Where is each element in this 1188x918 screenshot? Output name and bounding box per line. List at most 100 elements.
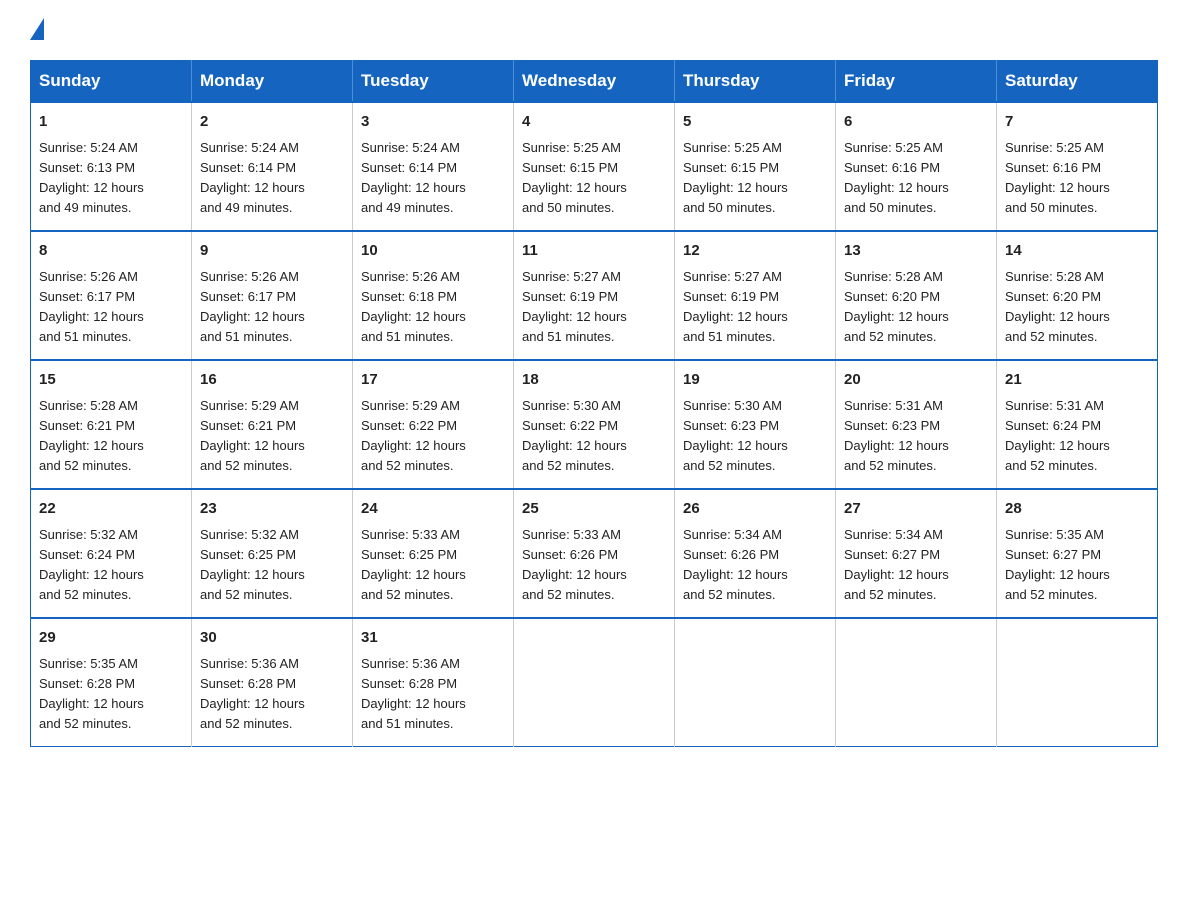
- page-header: [30, 20, 1158, 42]
- calendar-header-row: SundayMondayTuesdayWednesdayThursdayFrid…: [31, 61, 1158, 103]
- calendar-empty-cell: [675, 618, 836, 747]
- day-info: Sunrise: 5:28 AM Sunset: 6:20 PM Dayligh…: [1005, 267, 1149, 348]
- day-info: Sunrise: 5:24 AM Sunset: 6:14 PM Dayligh…: [361, 138, 505, 219]
- day-info: Sunrise: 5:32 AM Sunset: 6:24 PM Dayligh…: [39, 525, 183, 606]
- day-number: 11: [522, 240, 666, 263]
- calendar-header-saturday: Saturday: [997, 61, 1158, 103]
- day-info: Sunrise: 5:28 AM Sunset: 6:20 PM Dayligh…: [844, 267, 988, 348]
- calendar-day-cell: 16 Sunrise: 5:29 AM Sunset: 6:21 PM Dayli…: [192, 360, 353, 489]
- calendar-header-sunday: Sunday: [31, 61, 192, 103]
- day-number: 13: [844, 240, 988, 263]
- day-number: 15: [39, 369, 183, 392]
- day-info: Sunrise: 5:25 AM Sunset: 6:15 PM Dayligh…: [683, 138, 827, 219]
- day-number: 8: [39, 240, 183, 263]
- calendar-day-cell: 17 Sunrise: 5:29 AM Sunset: 6:22 PM Dayli…: [353, 360, 514, 489]
- calendar-day-cell: 20 Sunrise: 5:31 AM Sunset: 6:23 PM Dayli…: [836, 360, 997, 489]
- day-number: 30: [200, 627, 344, 650]
- day-info: Sunrise: 5:36 AM Sunset: 6:28 PM Dayligh…: [200, 654, 344, 735]
- day-number: 1: [39, 111, 183, 134]
- calendar-day-cell: 27 Sunrise: 5:34 AM Sunset: 6:27 PM Dayli…: [836, 489, 997, 618]
- day-info: Sunrise: 5:25 AM Sunset: 6:16 PM Dayligh…: [1005, 138, 1149, 219]
- calendar-day-cell: 23 Sunrise: 5:32 AM Sunset: 6:25 PM Dayli…: [192, 489, 353, 618]
- day-number: 23: [200, 498, 344, 521]
- calendar-day-cell: 7 Sunrise: 5:25 AM Sunset: 6:16 PM Daylig…: [997, 102, 1158, 231]
- calendar-day-cell: 5 Sunrise: 5:25 AM Sunset: 6:15 PM Daylig…: [675, 102, 836, 231]
- calendar-header-friday: Friday: [836, 61, 997, 103]
- day-info: Sunrise: 5:31 AM Sunset: 6:24 PM Dayligh…: [1005, 396, 1149, 477]
- day-info: Sunrise: 5:29 AM Sunset: 6:22 PM Dayligh…: [361, 396, 505, 477]
- day-info: Sunrise: 5:30 AM Sunset: 6:23 PM Dayligh…: [683, 396, 827, 477]
- day-info: Sunrise: 5:36 AM Sunset: 6:28 PM Dayligh…: [361, 654, 505, 735]
- calendar-day-cell: 10Sunrise: 5:26 AM Sunset: 6:18 PM Dayli…: [353, 231, 514, 360]
- day-info: Sunrise: 5:27 AM Sunset: 6:19 PM Dayligh…: [683, 267, 827, 348]
- day-number: 27: [844, 498, 988, 521]
- day-number: 12: [683, 240, 827, 263]
- day-number: 26: [683, 498, 827, 521]
- day-number: 7: [1005, 111, 1149, 134]
- calendar-day-cell: 8 Sunrise: 5:26 AM Sunset: 6:17 PM Daylig…: [31, 231, 192, 360]
- calendar-week-row: 22 Sunrise: 5:32 AM Sunset: 6:24 PM Dayli…: [31, 489, 1158, 618]
- day-number: 18: [522, 369, 666, 392]
- calendar-day-cell: 26 Sunrise: 5:34 AM Sunset: 6:26 PM Dayli…: [675, 489, 836, 618]
- day-number: 21: [1005, 369, 1149, 392]
- day-number: 31: [361, 627, 505, 650]
- day-number: 3: [361, 111, 505, 134]
- day-number: 22: [39, 498, 183, 521]
- day-info: Sunrise: 5:31 AM Sunset: 6:23 PM Dayligh…: [844, 396, 988, 477]
- calendar-day-cell: 15 Sunrise: 5:28 AM Sunset: 6:21 PM Dayli…: [31, 360, 192, 489]
- day-number: 29: [39, 627, 183, 650]
- day-info: Sunrise: 5:34 AM Sunset: 6:27 PM Dayligh…: [844, 525, 988, 606]
- calendar-day-cell: 12 Sunrise: 5:27 AM Sunset: 6:19 PM Dayli…: [675, 231, 836, 360]
- calendar-day-cell: 18Sunrise: 5:30 AM Sunset: 6:22 PM Dayli…: [514, 360, 675, 489]
- day-info: Sunrise: 5:35 AM Sunset: 6:27 PM Dayligh…: [1005, 525, 1149, 606]
- calendar-day-cell: 19Sunrise: 5:30 AM Sunset: 6:23 PM Dayli…: [675, 360, 836, 489]
- day-info: Sunrise: 5:26 AM Sunset: 6:17 PM Dayligh…: [39, 267, 183, 348]
- calendar-header-wednesday: Wednesday: [514, 61, 675, 103]
- calendar-day-cell: 21 Sunrise: 5:31 AM Sunset: 6:24 PM Dayli…: [997, 360, 1158, 489]
- day-number: 6: [844, 111, 988, 134]
- calendar-day-cell: 31 Sunrise: 5:36 AM Sunset: 6:28 PM Dayli…: [353, 618, 514, 747]
- calendar-empty-cell: [836, 618, 997, 747]
- calendar-header-tuesday: Tuesday: [353, 61, 514, 103]
- day-number: 17: [361, 369, 505, 392]
- calendar-table: SundayMondayTuesdayWednesdayThursdayFrid…: [30, 60, 1158, 747]
- calendar-empty-cell: [997, 618, 1158, 747]
- day-number: 2: [200, 111, 344, 134]
- day-info: Sunrise: 5:28 AM Sunset: 6:21 PM Dayligh…: [39, 396, 183, 477]
- calendar-day-cell: 9 Sunrise: 5:26 AM Sunset: 6:17 PM Daylig…: [192, 231, 353, 360]
- logo: [30, 20, 50, 42]
- calendar-day-cell: 29Sunrise: 5:35 AM Sunset: 6:28 PM Dayli…: [31, 618, 192, 747]
- day-info: Sunrise: 5:25 AM Sunset: 6:16 PM Dayligh…: [844, 138, 988, 219]
- day-number: 28: [1005, 498, 1149, 521]
- calendar-week-row: 15 Sunrise: 5:28 AM Sunset: 6:21 PM Dayli…: [31, 360, 1158, 489]
- day-number: 14: [1005, 240, 1149, 263]
- calendar-day-cell: 28 Sunrise: 5:35 AM Sunset: 6:27 PM Dayli…: [997, 489, 1158, 618]
- day-info: Sunrise: 5:25 AM Sunset: 6:15 PM Dayligh…: [522, 138, 666, 219]
- calendar-header-thursday: Thursday: [675, 61, 836, 103]
- calendar-day-cell: 1Sunrise: 5:24 AM Sunset: 6:13 PM Daylig…: [31, 102, 192, 231]
- day-number: 5: [683, 111, 827, 134]
- day-number: 25: [522, 498, 666, 521]
- day-info: Sunrise: 5:34 AM Sunset: 6:26 PM Dayligh…: [683, 525, 827, 606]
- day-number: 16: [200, 369, 344, 392]
- day-info: Sunrise: 5:26 AM Sunset: 6:18 PM Dayligh…: [361, 267, 505, 348]
- day-number: 20: [844, 369, 988, 392]
- calendar-day-cell: 13 Sunrise: 5:28 AM Sunset: 6:20 PM Dayli…: [836, 231, 997, 360]
- day-info: Sunrise: 5:24 AM Sunset: 6:14 PM Dayligh…: [200, 138, 344, 219]
- calendar-week-row: 1Sunrise: 5:24 AM Sunset: 6:13 PM Daylig…: [31, 102, 1158, 231]
- day-info: Sunrise: 5:27 AM Sunset: 6:19 PM Dayligh…: [522, 267, 666, 348]
- day-info: Sunrise: 5:29 AM Sunset: 6:21 PM Dayligh…: [200, 396, 344, 477]
- calendar-empty-cell: [514, 618, 675, 747]
- calendar-day-cell: 24 Sunrise: 5:33 AM Sunset: 6:25 PM Dayli…: [353, 489, 514, 618]
- day-number: 24: [361, 498, 505, 521]
- day-number: 4: [522, 111, 666, 134]
- day-info: Sunrise: 5:33 AM Sunset: 6:25 PM Dayligh…: [361, 525, 505, 606]
- day-info: Sunrise: 5:33 AM Sunset: 6:26 PM Dayligh…: [522, 525, 666, 606]
- day-number: 9: [200, 240, 344, 263]
- calendar-day-cell: 2 Sunrise: 5:24 AM Sunset: 6:14 PM Daylig…: [192, 102, 353, 231]
- day-info: Sunrise: 5:32 AM Sunset: 6:25 PM Dayligh…: [200, 525, 344, 606]
- calendar-day-cell: 11 Sunrise: 5:27 AM Sunset: 6:19 PM Dayli…: [514, 231, 675, 360]
- calendar-header-monday: Monday: [192, 61, 353, 103]
- day-info: Sunrise: 5:26 AM Sunset: 6:17 PM Dayligh…: [200, 267, 344, 348]
- logo-triangle-icon: [30, 18, 44, 40]
